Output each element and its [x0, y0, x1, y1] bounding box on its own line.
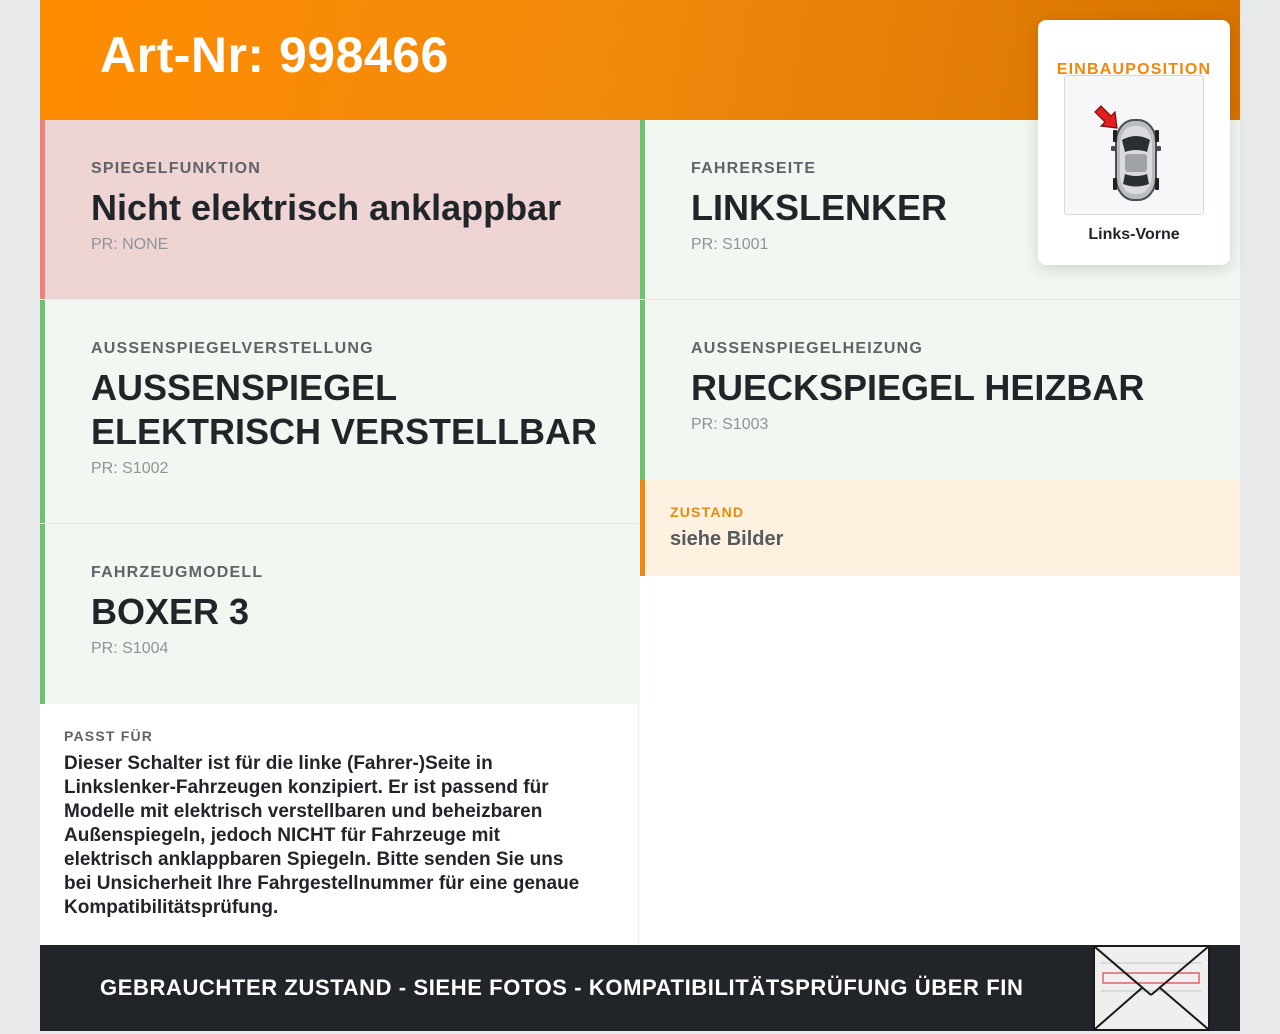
compatibility-line: bei Unsicherheit Ihre Fahrgestellnummer … — [64, 873, 580, 894]
card-fahrzeugmodell: FAHRZEUGMODELL BOXER 3 PR: S1004 — [40, 524, 640, 704]
zustand-value: siehe Bilder — [670, 528, 784, 550]
footer-text: GEBRAUCHTER ZUSTAND - SIEHE FOTOS - KOMP… — [100, 975, 1024, 1000]
compatibility-line: Kompatibilitätsprüfung. — [64, 897, 279, 918]
card-pr-code: PR: NONE — [91, 236, 169, 253]
compatibility-line: Außenspiegeln, jedoch NICHT für Fahrzeug… — [64, 825, 500, 846]
compatibility-line: Modelle mit elektrisch verstellbaren und… — [64, 801, 543, 822]
compatibility-line: Linkslenker-Fahrzeugen konzipiert. Er is… — [64, 777, 549, 798]
compatibility-label: PASST FÜR — [64, 728, 154, 744]
compatibility-line: elektrisch anklappbaren Spiegeln. Bitte … — [64, 849, 564, 870]
zustand-box: ZUSTAND siehe Bilder — [640, 480, 1240, 576]
card-pr-code: PR: S1003 — [691, 416, 769, 433]
card-label: AUSSENSPIEGELVERSTELLUNG — [91, 340, 374, 357]
compatibility-line: Dieser Schalter ist für die linke (Fahre… — [64, 753, 493, 774]
compatibility-section: PASST FÜR Dieser Schalter ist für die li… — [40, 704, 639, 945]
mounting-position-card: EINBAUPOSITION Links-Vorne — [1038, 20, 1230, 265]
card-label: FAHRZEUGMODELL — [91, 564, 264, 581]
mounting-position-value: Links-Vorne — [1088, 226, 1180, 243]
document-thumbnail[interactable] — [1093, 945, 1210, 1031]
card-aussenspiegelverstellung: AUSSENSPIEGELVERSTELLUNG AUSSENSPIEGEL E… — [40, 300, 640, 524]
zustand-label: ZUSTAND — [670, 504, 745, 520]
card-pr-code: PR: S1002 — [91, 460, 169, 477]
card-value: RUECKSPIEGEL HEIZBAR — [691, 367, 1145, 408]
card-aussenspiegelheizung: AUSSENSPIEGELHEIZUNG RUECKSPIEGEL HEIZBA… — [640, 300, 1240, 480]
card-spiegelfunktion: SPIEGELFUNKTION Nicht elektrisch anklapp… — [40, 120, 640, 300]
product-sheet: Art-Nr: 998466 SPIEGELFUNKTION Nicht ele… — [40, 0, 1240, 1031]
red-arrow-icon — [1094, 105, 1118, 129]
card-value-line: AUSSENSPIEGEL — [91, 367, 398, 408]
card-pr-code: PR: S1004 — [91, 640, 169, 657]
card-value: BOXER 3 — [91, 591, 250, 632]
car-diagram — [1064, 75, 1204, 215]
card-label: AUSSENSPIEGELHEIZUNG — [691, 340, 924, 357]
card-value: Nicht elektrisch anklappbar — [91, 187, 562, 228]
footer-bar: GEBRAUCHTER ZUSTAND - SIEHE FOTOS - KOMP… — [40, 945, 1240, 1031]
article-number-title: Art-Nr: 998466 — [100, 27, 449, 83]
card-divider — [40, 523, 640, 524]
compatibility-text: Dieser Schalter ist für die linke (Fahre… — [64, 752, 614, 920]
card-value-line: ELEKTRISCH VERSTELLBAR — [91, 411, 598, 452]
card-label: SPIEGELFUNKTION — [91, 160, 262, 177]
document-envelope-icon — [1094, 946, 1209, 1030]
card-divider — [40, 299, 1240, 300]
card-value: AUSSENSPIEGEL ELEKTRISCH VERSTELLBAR — [91, 366, 600, 454]
